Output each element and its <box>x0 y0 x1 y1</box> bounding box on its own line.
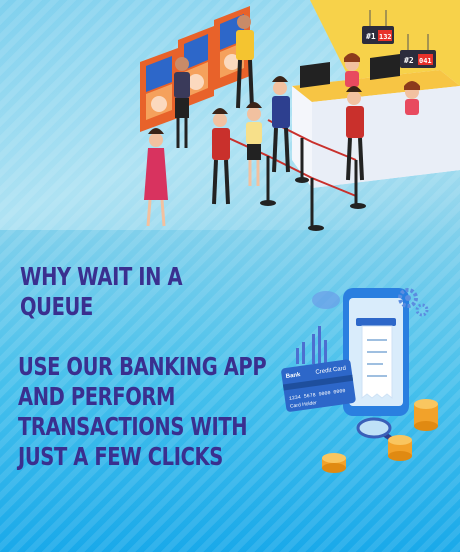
headline: WHY WAIT IN A QUEUE <box>20 262 183 321</box>
counter-sign-2: #2 041 <box>400 34 436 68</box>
coin-stack <box>414 399 438 431</box>
coin-stack <box>388 435 412 461</box>
coin-stack <box>322 453 346 473</box>
body-text: USE OUR BANKING APP AND PERFORM TRANSACT… <box>18 352 267 471</box>
customer-person <box>144 128 168 227</box>
counter-number: 041 <box>419 57 432 65</box>
counter-desk-label: #2 <box>404 56 414 65</box>
customer-person <box>246 102 262 186</box>
banking-app-promo-poster: #1 132 #2 041 Bank Credit Card 1234 5678… <box>0 0 460 552</box>
bar-chart-icon <box>296 326 327 364</box>
counter-desk-label: #1 <box>366 32 376 41</box>
counter-sign-1: #1 132 <box>362 10 394 44</box>
counter-number: 132 <box>379 33 392 41</box>
bank-counter <box>292 54 460 188</box>
teller-person <box>344 53 360 87</box>
customer-person <box>212 108 230 205</box>
customer-person <box>272 76 290 173</box>
cloud-icon <box>312 291 340 309</box>
atm-machine <box>140 48 178 132</box>
